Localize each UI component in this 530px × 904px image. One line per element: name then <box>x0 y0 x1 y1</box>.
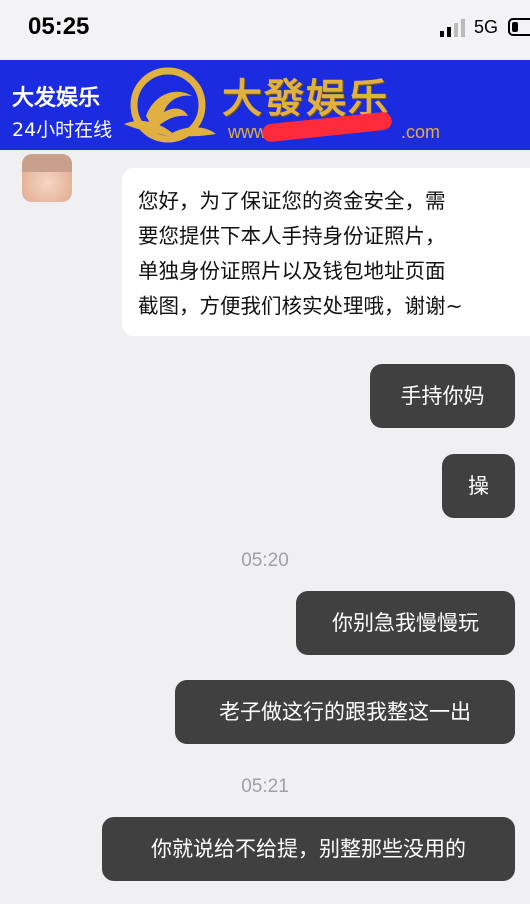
network-type: 5G <box>474 17 499 37</box>
battery-icon <box>508 18 530 36</box>
incoming-message-text: 您好，为了保证您的资金安全，需 要您提供下本人手持身份证照片， 单独身份证照片以… <box>138 189 463 318</box>
status-time: 05:25 <box>28 13 90 40</box>
outgoing-message: 手持你妈 <box>370 364 515 428</box>
signal-icon <box>440 19 465 37</box>
outgoing-message: 你别急我慢慢玩 <box>296 591 515 655</box>
outgoing-message: 你就说给不给提，别整那些没用的 <box>102 817 515 881</box>
contact-status: 24小时在线 <box>12 119 113 141</box>
timestamp: 05:21 <box>241 776 289 797</box>
timestamp: 05:20 <box>241 550 289 571</box>
status-bar: 05:25 5G <box>0 0 530 58</box>
outgoing-message: 操 <box>442 454 515 518</box>
dragon-logo-icon <box>124 67 216 143</box>
contact-name[interactable]: 大发娱乐 <box>12 80 100 112</box>
avatar[interactable] <box>22 154 72 202</box>
outgoing-message: 老子做这行的跟我整这一出 <box>175 680 515 744</box>
